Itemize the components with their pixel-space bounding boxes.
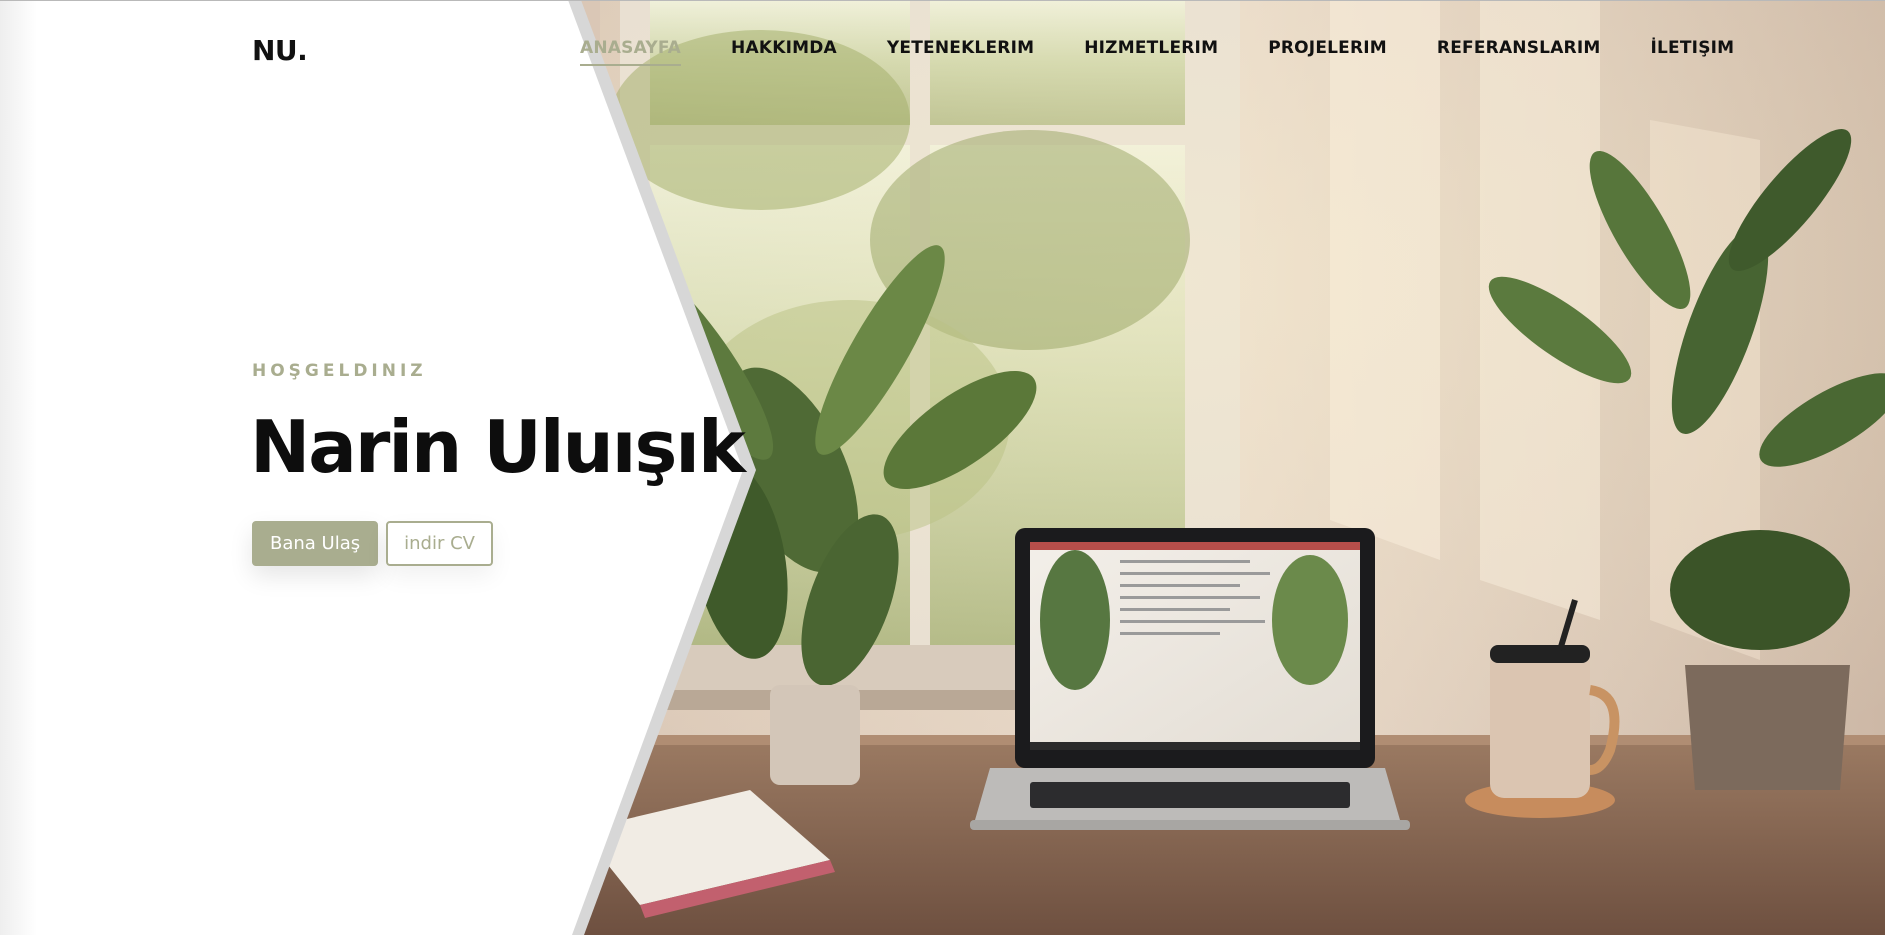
page: NU. ANASAYFA HAKKIMDA YETENEKLERIM HIZME… (0, 0, 1885, 935)
nav-item-yeteneklerim[interactable]: YETENEKLERIM (887, 38, 1034, 58)
nav-item-hakkimda[interactable]: HAKKIMDA (731, 38, 837, 58)
main-nav: ANASAYFA HAKKIMDA YETENEKLERIM HIZMETLER… (580, 38, 1784, 66)
contact-button[interactable]: Bana Ulaş (252, 521, 379, 566)
nav-item-hizmetlerim[interactable]: HIZMETLERIM (1084, 38, 1218, 58)
hero-eyebrow: HOŞGELDINIZ (252, 361, 427, 381)
logo[interactable]: NU. (252, 34, 308, 67)
nav-item-iletisim[interactable]: İLETIŞIM (1651, 38, 1735, 58)
nav-item-anasayfa[interactable]: ANASAYFA (580, 38, 682, 66)
download-cv-button[interactable]: indir CV (386, 521, 493, 566)
nav-item-projelerim[interactable]: PROJELERIM (1268, 38, 1387, 58)
nav-item-referanslarim[interactable]: REFERANSLARIM (1437, 38, 1601, 58)
hero-actions: Bana Ulaş indir CV (252, 521, 493, 566)
site-header: NU. ANASAYFA HAKKIMDA YETENEKLERIM HIZME… (0, 0, 1885, 100)
hero-title: Narin Uluışık (250, 405, 746, 489)
